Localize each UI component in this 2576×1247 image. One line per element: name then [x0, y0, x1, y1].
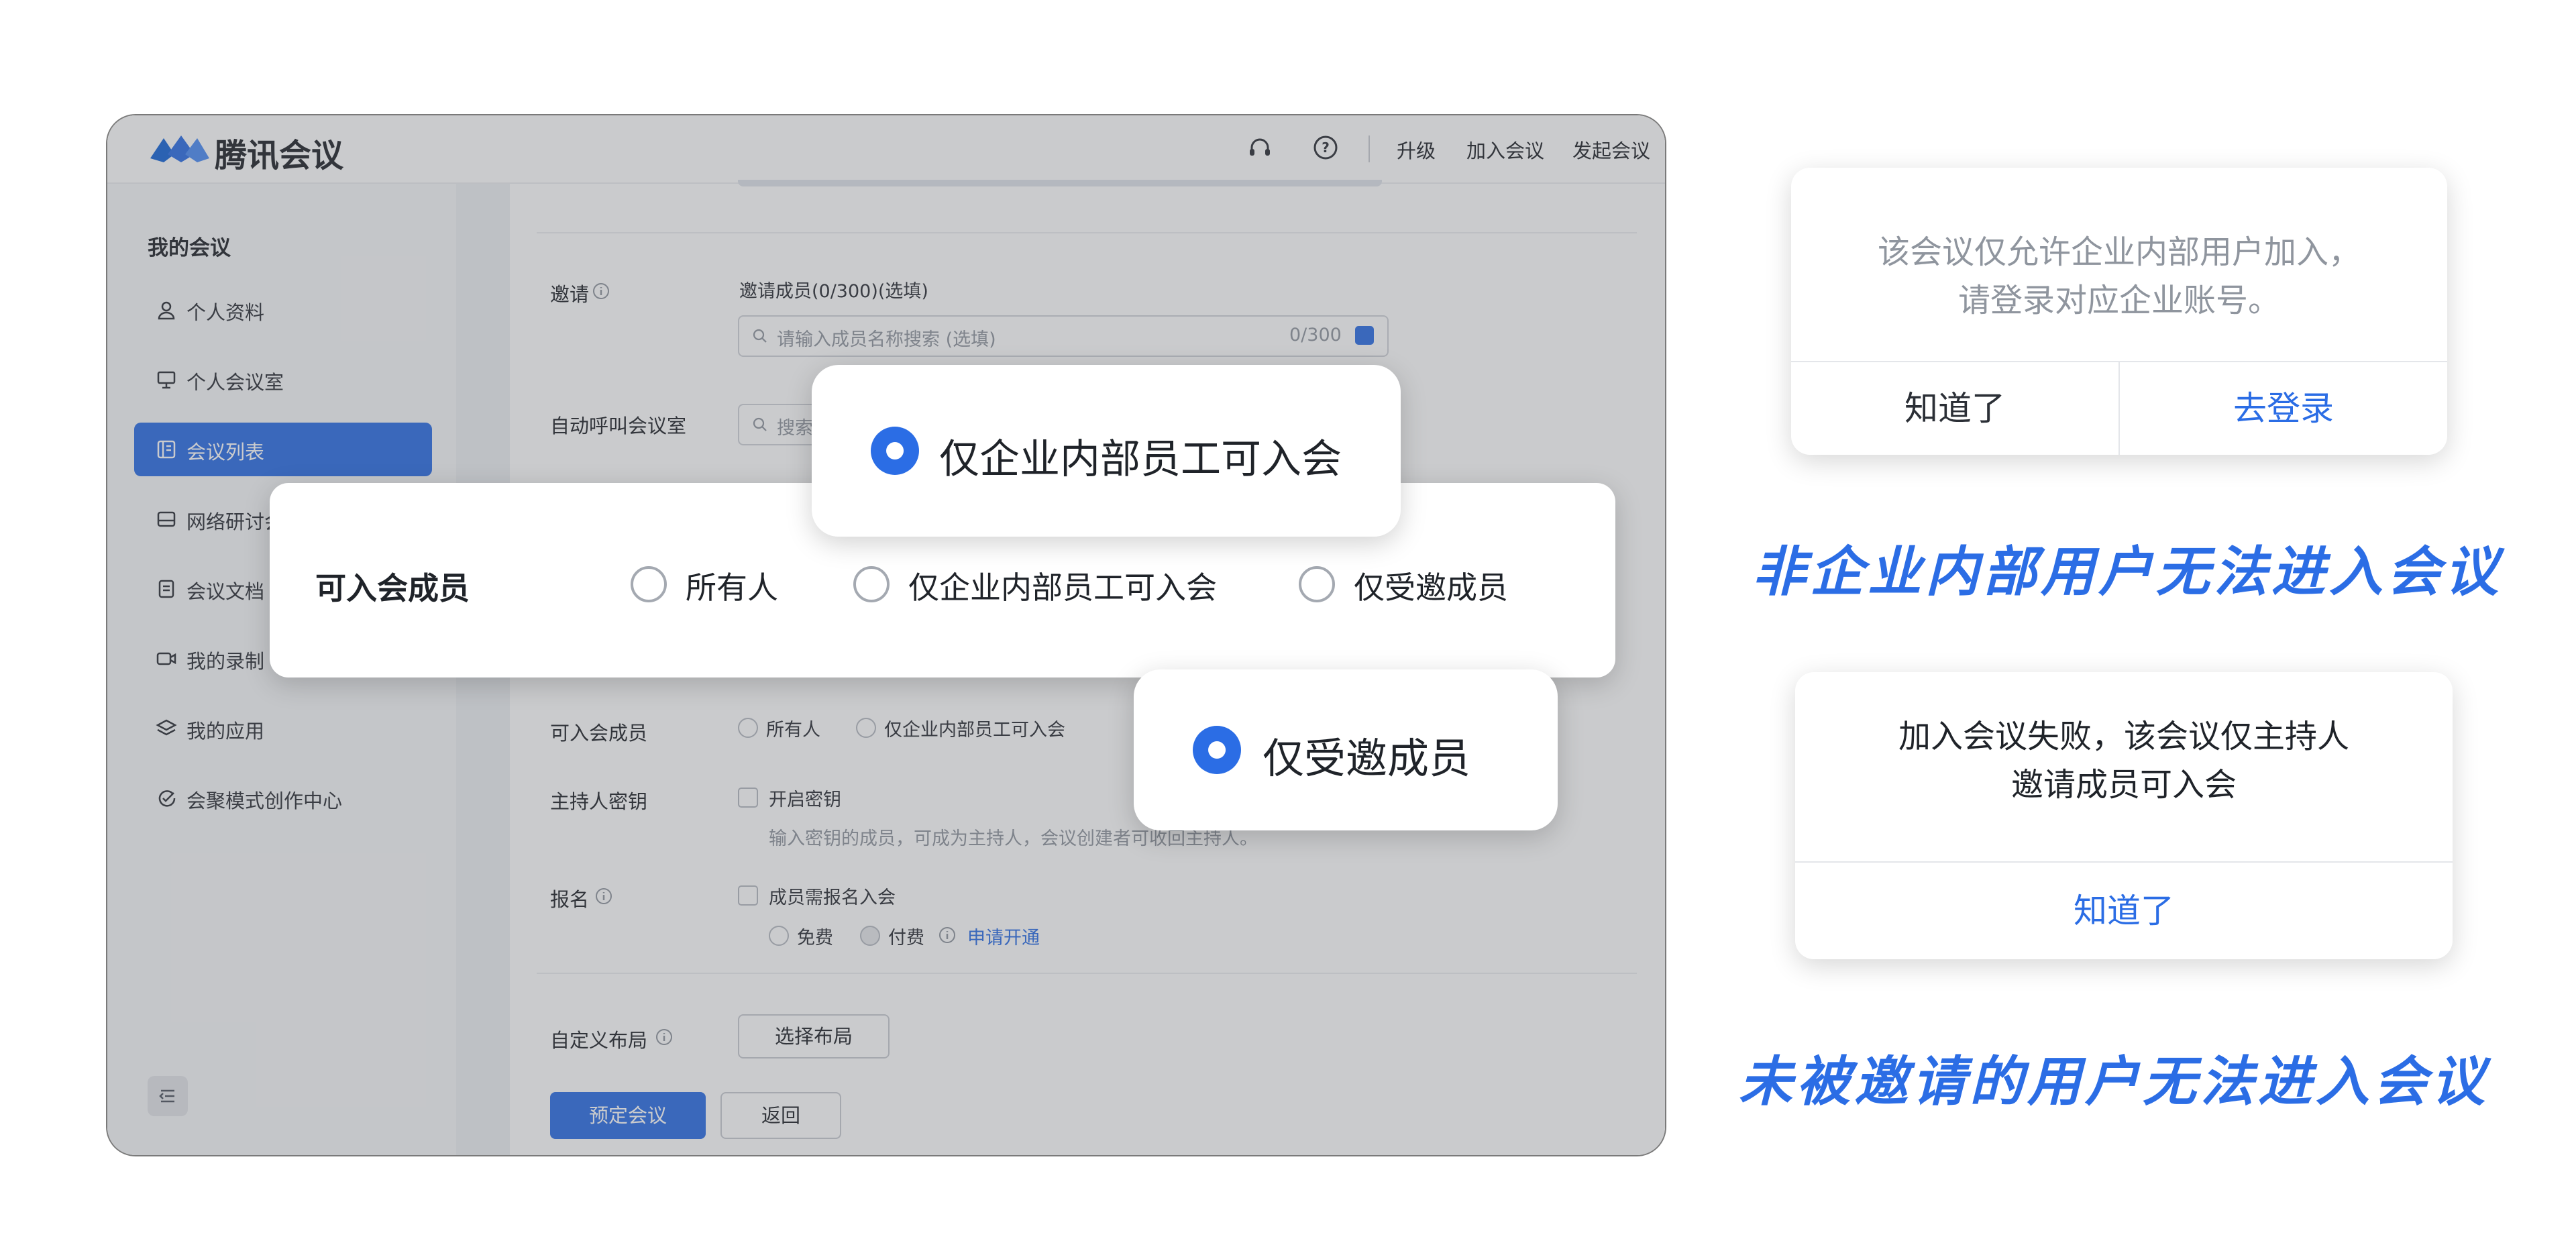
zoom-radio-invited[interactable] — [1299, 566, 1335, 602]
callout-internal-only: 仅企业内部员工可入会 — [812, 365, 1401, 537]
zoom-option-invited: 仅受邀成员 — [1354, 570, 1508, 606]
dialog-message: 加入会议失败，该会议仅主持人 邀请成员可入会 — [1795, 712, 2453, 809]
dialog-ok-button[interactable]: 知道了 — [1791, 362, 2118, 455]
zoom-members-label: 可入会成员 — [315, 570, 470, 606]
callout-invited-text: 仅受邀成员 — [1263, 734, 1471, 783]
callout-internal-text: 仅企业内部员工可入会 — [939, 436, 1342, 483]
zoom-option-internal: 仅企业内部员工可入会 — [908, 570, 1217, 606]
caption-invited-only: 未被邀请的用户无法进入会议 — [1739, 1050, 2489, 1113]
dialog-message-line: 邀请成员可入会 — [2010, 766, 2237, 804]
zoom-option-all: 所有人 — [686, 570, 778, 606]
callout-radio-selected — [1193, 726, 1241, 774]
zoom-radio-internal[interactable] — [853, 566, 890, 602]
dialog-ok-button[interactable]: 知道了 — [1795, 863, 2453, 959]
callout-invited-only: 仅受邀成员 — [1134, 669, 1558, 830]
callout-radio-selected — [871, 427, 919, 475]
dialog-login-button[interactable]: 去登录 — [2120, 362, 2447, 455]
dialog-message-line: 该会议仅允许企业内部用户加入， — [1877, 233, 2361, 271]
caption-internal-only: 非企业内部用户无法进入会议 — [1752, 541, 2502, 603]
dialog-internal-only: 该会议仅允许企业内部用户加入， 请登录对应企业账号。 知道了 去登录 — [1791, 168, 2447, 455]
dialog-message-line: 请登录对应企业账号。 — [1957, 282, 2280, 319]
zoom-radio-all[interactable] — [631, 566, 667, 602]
dialog-message: 该会议仅允许企业内部用户加入， 请登录对应企业账号。 — [1791, 228, 2447, 325]
dialog-message-line: 加入会议失败，该会议仅主持人 — [1898, 718, 2349, 755]
dialog-invited-only: 加入会议失败，该会议仅主持人 邀请成员可入会 知道了 — [1795, 672, 2453, 959]
